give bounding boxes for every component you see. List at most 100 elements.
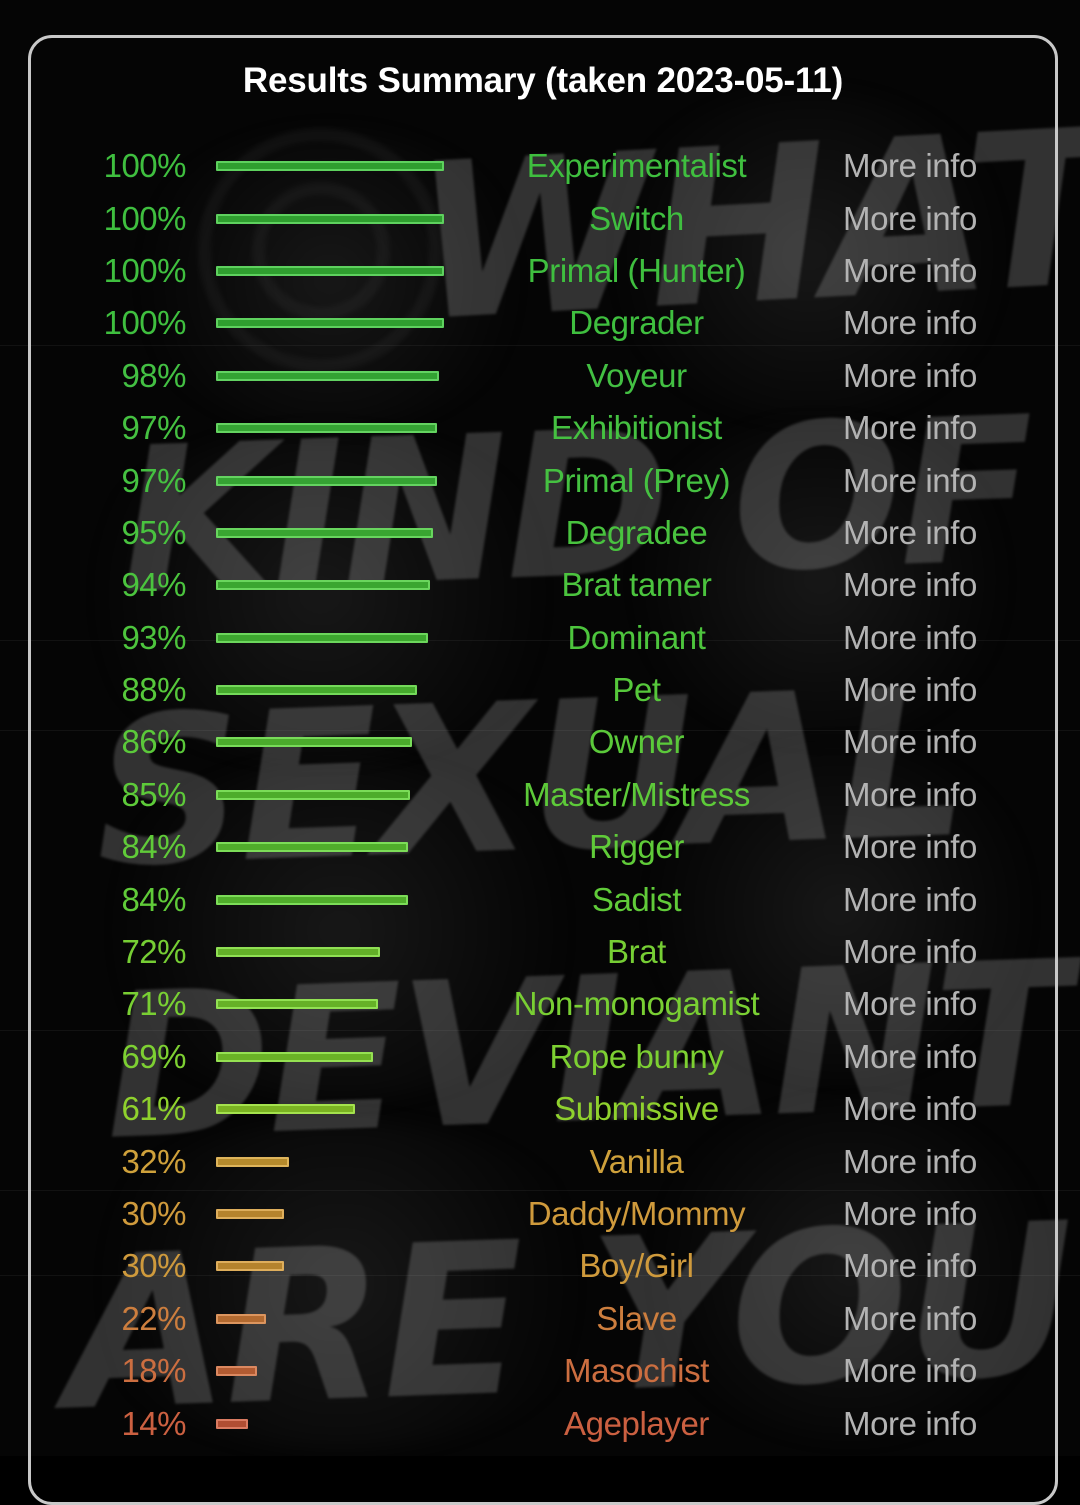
percent-value: 94%	[121, 566, 186, 604]
percent-value: 30%	[121, 1247, 186, 1285]
bar-track	[216, 527, 444, 538]
result-row: 93% Dominant More info	[28, 612, 1058, 664]
percent-bar	[216, 1366, 258, 1377]
result-label: Switch	[589, 199, 684, 237]
percent-value: 22%	[121, 1299, 186, 1337]
more-info-link[interactable]: More info	[843, 566, 977, 604]
bar-track	[216, 894, 444, 905]
percent-value: 98%	[121, 356, 186, 394]
result-label: Voyeur	[586, 356, 687, 394]
more-info-link[interactable]: More info	[843, 1143, 977, 1181]
more-info-link[interactable]: More info	[843, 933, 977, 971]
result-row: 97% Primal (Prey) More info	[28, 454, 1058, 506]
bar-track	[216, 685, 444, 696]
more-info-link[interactable]: More info	[843, 671, 977, 709]
percent-value: 18%	[121, 1352, 186, 1390]
result-label: Degradee	[565, 513, 708, 551]
more-info-link[interactable]: More info	[843, 1090, 977, 1128]
results-card-content: Results Summary (taken 2023-05-11) 100% E…	[28, 35, 1058, 1456]
result-row: 22% Slave More info	[28, 1293, 1058, 1345]
bar-track	[216, 318, 444, 329]
more-info-link[interactable]: More info	[843, 881, 977, 919]
percent-bar	[216, 999, 378, 1010]
result-label: Vanilla	[589, 1142, 684, 1180]
more-info-link[interactable]: More info	[843, 619, 977, 657]
result-row: 88% Pet More info	[28, 664, 1058, 716]
more-info-link[interactable]: More info	[843, 1038, 977, 1076]
result-row: 100% Degrader More info	[28, 297, 1058, 349]
result-row: 30% Boy/Girl More info	[28, 1240, 1058, 1292]
percent-value: 97%	[121, 409, 186, 447]
bar-track	[216, 789, 444, 800]
result-label: Exhibitionist	[551, 409, 722, 447]
percent-bar	[216, 685, 417, 696]
result-label: Brat	[607, 933, 666, 971]
bar-track	[216, 423, 444, 434]
more-info-link[interactable]: More info	[843, 200, 977, 238]
more-info-link[interactable]: More info	[843, 304, 977, 342]
result-label: Experimentalist	[526, 147, 747, 185]
percent-bar	[216, 789, 410, 800]
more-info-link[interactable]: More info	[843, 1195, 977, 1233]
result-label: Brat tamer	[561, 566, 712, 604]
percent-value: 84%	[121, 880, 186, 918]
more-info-link[interactable]: More info	[843, 723, 977, 761]
percent-bar	[216, 527, 433, 538]
result-row: 72% Brat More info	[28, 926, 1058, 978]
more-info-link[interactable]: More info	[843, 1405, 977, 1443]
result-row: 18% Masochist More info	[28, 1345, 1058, 1397]
more-info-link[interactable]: More info	[843, 462, 977, 500]
result-row: 71% Non-monogamist More info	[28, 978, 1058, 1030]
bar-track	[216, 213, 444, 224]
percent-bar	[216, 1051, 374, 1062]
bar-track	[216, 737, 444, 748]
percent-value: 30%	[121, 1195, 186, 1232]
percent-bar	[216, 1104, 356, 1115]
result-row: 84% Sadist More info	[28, 873, 1058, 925]
percent-bar	[216, 1418, 248, 1429]
result-row: 100% Switch More info	[28, 192, 1058, 244]
more-info-link[interactable]: More info	[843, 409, 977, 447]
result-label: Boy/Girl	[579, 1247, 694, 1285]
percent-value: 72%	[121, 933, 186, 971]
more-info-link[interactable]: More info	[843, 1352, 977, 1390]
more-info-link[interactable]: More info	[843, 1247, 977, 1285]
result-label: Owner	[588, 723, 685, 761]
percent-bar	[216, 580, 431, 591]
result-label: Slave	[596, 1299, 677, 1337]
percent-value: 71%	[121, 985, 186, 1023]
bar-track	[216, 999, 444, 1010]
percent-value: 32%	[121, 1142, 186, 1180]
percent-bar	[216, 1156, 289, 1167]
more-info-link[interactable]: More info	[843, 776, 977, 814]
percent-bar	[216, 213, 444, 224]
percent-bar	[216, 265, 444, 276]
more-info-link[interactable]: More info	[843, 357, 977, 395]
percent-value: 61%	[121, 1090, 186, 1128]
bar-track	[216, 161, 444, 172]
more-info-link[interactable]: More info	[843, 1300, 977, 1338]
result-row: 69% Rope bunny More info	[28, 1031, 1058, 1083]
results-list: 100% Experimentalist More info 100% Switch Mo…	[28, 140, 1058, 1450]
percent-value: 97%	[121, 461, 186, 499]
bar-track	[216, 1209, 444, 1219]
more-info-link[interactable]: More info	[843, 514, 977, 552]
percent-value: 85%	[121, 775, 186, 813]
more-info-link[interactable]: More info	[843, 252, 977, 290]
more-info-link[interactable]: More info	[843, 828, 977, 866]
percent-bar	[216, 318, 444, 329]
percent-bar	[216, 894, 408, 905]
percent-bar	[216, 423, 438, 434]
result-row: 85% Master/Mistress More info	[28, 769, 1058, 821]
bar-track	[216, 947, 444, 958]
percent-value: 93%	[121, 618, 186, 656]
percent-value: 86%	[121, 723, 186, 761]
result-label: Non-monogamist	[513, 985, 760, 1023]
bar-track	[216, 1051, 444, 1062]
result-row: 95% Degradee More info	[28, 507, 1058, 559]
result-row: 98% Voyeur More info	[28, 350, 1058, 402]
more-info-link[interactable]: More info	[843, 985, 977, 1023]
bar-track	[216, 265, 444, 276]
percent-bar	[216, 632, 429, 643]
more-info-link[interactable]: More info	[843, 147, 977, 185]
